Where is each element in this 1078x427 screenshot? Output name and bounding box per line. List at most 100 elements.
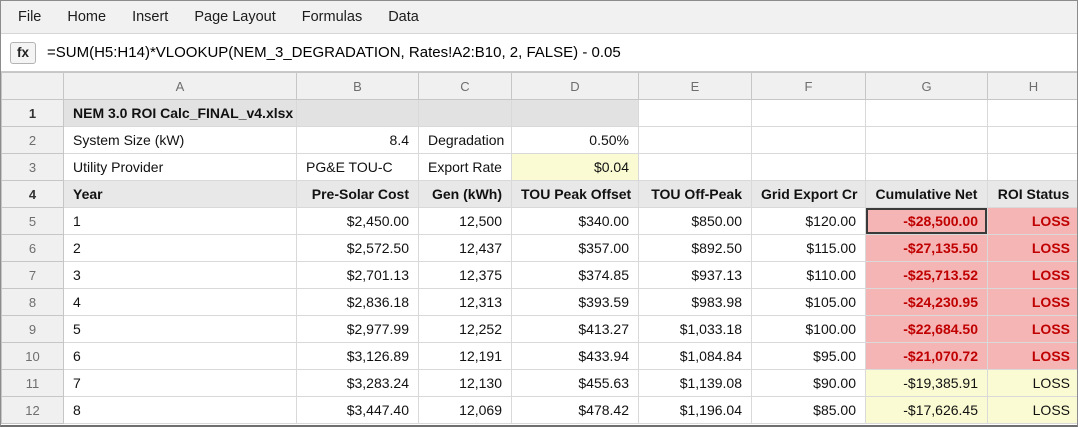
menu-item[interactable]: Insert (119, 9, 181, 25)
cell-empty[interactable] (751, 99, 866, 127)
row-number[interactable]: 11 (1, 369, 64, 397)
cell-system-size-label[interactable]: System Size (kW) (63, 126, 297, 154)
cell-utility-provider-value[interactable]: PG&E TOU-C (296, 153, 419, 181)
cell-grid-export-cr[interactable]: $115.00 (751, 234, 866, 262)
row-number[interactable]: 10 (1, 342, 64, 370)
cell-grid-export-cr[interactable]: $105.00 (751, 288, 866, 316)
cell-tou-off-peak[interactable]: $983.98 (638, 288, 752, 316)
cell-year[interactable]: 4 (63, 288, 297, 316)
cell-roi-status[interactable]: LOSS (987, 234, 1077, 262)
row-number[interactable]: 4 (1, 180, 64, 208)
cell-empty[interactable] (638, 99, 752, 127)
fx-button[interactable]: fx (10, 41, 36, 64)
cell-pre-solar-cost[interactable]: $2,450.00 (296, 207, 419, 235)
cell-utility-provider-label[interactable]: Utility Provider (63, 153, 297, 181)
cell-empty[interactable] (638, 153, 752, 181)
formula-input[interactable]: =SUM(H5:H14)*VLOOKUP(NEM_3_DEGRADATION, … (47, 44, 621, 61)
cell-empty[interactable] (987, 126, 1077, 154)
cell-gen-kwh[interactable]: 12,191 (418, 342, 512, 370)
header-tou-off-peak[interactable]: TOU Off-Peak (638, 180, 752, 208)
cell-cumulative-net[interactable]: -$21,070.72 (865, 342, 988, 370)
row-number[interactable]: 9 (1, 315, 64, 343)
header-tou-peak-offset[interactable]: TOU Peak Offset (511, 180, 639, 208)
cell-empty[interactable] (751, 153, 866, 181)
cell-year[interactable]: 6 (63, 342, 297, 370)
cell-roi-status[interactable]: LOSS (987, 261, 1077, 289)
cell-tou-off-peak[interactable]: $1,084.84 (638, 342, 752, 370)
cell-tou-off-peak[interactable]: $850.00 (638, 207, 752, 235)
cell-grid-export-cr[interactable]: $85.00 (751, 396, 866, 424)
row-number[interactable]: 6 (1, 234, 64, 262)
cell-year[interactable]: 7 (63, 369, 297, 397)
header-cumulative-net[interactable]: Cumulative Net (865, 180, 988, 208)
cell-roi-status[interactable]: LOSS (987, 342, 1077, 370)
cell-roi-status[interactable]: LOSS (987, 315, 1077, 343)
cell-roi-status[interactable]: LOSS (987, 288, 1077, 316)
cell-tou-peak-offset[interactable]: $357.00 (511, 234, 639, 262)
cell-pre-solar-cost[interactable]: $3,126.89 (296, 342, 419, 370)
cell-pre-solar-cost[interactable]: $2,701.13 (296, 261, 419, 289)
cell-empty[interactable] (418, 99, 512, 127)
cell-year[interactable]: 2 (63, 234, 297, 262)
row-number[interactable]: 1 (1, 99, 64, 127)
cell-empty[interactable] (296, 99, 419, 127)
menu-item[interactable]: Data (375, 9, 432, 25)
column-header[interactable]: E (638, 72, 752, 100)
cell-empty[interactable] (865, 153, 988, 181)
column-header[interactable]: A (63, 72, 297, 100)
cell-year[interactable]: 8 (63, 396, 297, 424)
row-number[interactable]: 8 (1, 288, 64, 316)
cell-empty[interactable] (751, 126, 866, 154)
cell-gen-kwh[interactable]: 12,375 (418, 261, 512, 289)
cell-gen-kwh[interactable]: 12,500 (418, 207, 512, 235)
cell-tou-off-peak[interactable]: $892.50 (638, 234, 752, 262)
header-roi-status[interactable]: ROI Status (987, 180, 1077, 208)
cell-tou-off-peak[interactable]: $1,033.18 (638, 315, 752, 343)
cell-year[interactable]: 5 (63, 315, 297, 343)
cell-gen-kwh[interactable]: 12,437 (418, 234, 512, 262)
cell-cumulative-net[interactable]: -$28,500.00 (865, 207, 988, 235)
cell-degradation-value[interactable]: 0.50% (511, 126, 639, 154)
cell-export-rate-value[interactable]: $0.04 (511, 153, 639, 181)
cell-empty[interactable] (511, 99, 639, 127)
cell-pre-solar-cost[interactable]: $2,836.18 (296, 288, 419, 316)
column-header[interactable]: F (751, 72, 866, 100)
cell-year[interactable]: 3 (63, 261, 297, 289)
column-header[interactable]: D (511, 72, 639, 100)
select-all-corner[interactable] (1, 72, 64, 100)
column-header[interactable]: H (987, 72, 1077, 100)
cell-empty[interactable] (987, 153, 1077, 181)
cell-system-size-value[interactable]: 8.4 (296, 126, 419, 154)
cell-empty[interactable] (865, 99, 988, 127)
row-number[interactable]: 3 (1, 153, 64, 181)
header-grid-export-cr[interactable]: Grid Export Cr (751, 180, 866, 208)
menu-item[interactable]: Home (54, 9, 119, 25)
cell-tou-peak-offset[interactable]: $413.27 (511, 315, 639, 343)
cell-empty[interactable] (865, 126, 988, 154)
cell-workbook-title[interactable]: NEM 3.0 ROI Calc_FINAL_v4.xlsx (63, 99, 297, 127)
row-number[interactable]: 5 (1, 207, 64, 235)
cell-degradation-label[interactable]: Degradation (418, 126, 512, 154)
cell-tou-peak-offset[interactable]: $393.59 (511, 288, 639, 316)
cell-grid-export-cr[interactable]: $90.00 (751, 369, 866, 397)
cell-cumulative-net[interactable]: -$24,230.95 (865, 288, 988, 316)
menu-item[interactable]: Formulas (289, 9, 375, 25)
cell-tou-off-peak[interactable]: $1,196.04 (638, 396, 752, 424)
cell-tou-peak-offset[interactable]: $433.94 (511, 342, 639, 370)
cell-roi-status[interactable]: LOSS (987, 207, 1077, 235)
cell-pre-solar-cost[interactable]: $2,572.50 (296, 234, 419, 262)
header-year[interactable]: Year (63, 180, 297, 208)
cell-tou-peak-offset[interactable]: $455.63 (511, 369, 639, 397)
menu-item[interactable]: Page Layout (181, 9, 288, 25)
cell-cumulative-net[interactable]: -$22,684.50 (865, 315, 988, 343)
cell-roi-status[interactable]: LOSS (987, 396, 1077, 424)
cell-tou-off-peak[interactable]: $937.13 (638, 261, 752, 289)
cell-empty[interactable] (638, 126, 752, 154)
row-number[interactable]: 12 (1, 396, 64, 424)
cell-gen-kwh[interactable]: 12,313 (418, 288, 512, 316)
cell-pre-solar-cost[interactable]: $2,977.99 (296, 315, 419, 343)
cell-grid-export-cr[interactable]: $110.00 (751, 261, 866, 289)
column-header[interactable]: B (296, 72, 419, 100)
cell-gen-kwh[interactable]: 12,069 (418, 396, 512, 424)
cell-year[interactable]: 1 (63, 207, 297, 235)
